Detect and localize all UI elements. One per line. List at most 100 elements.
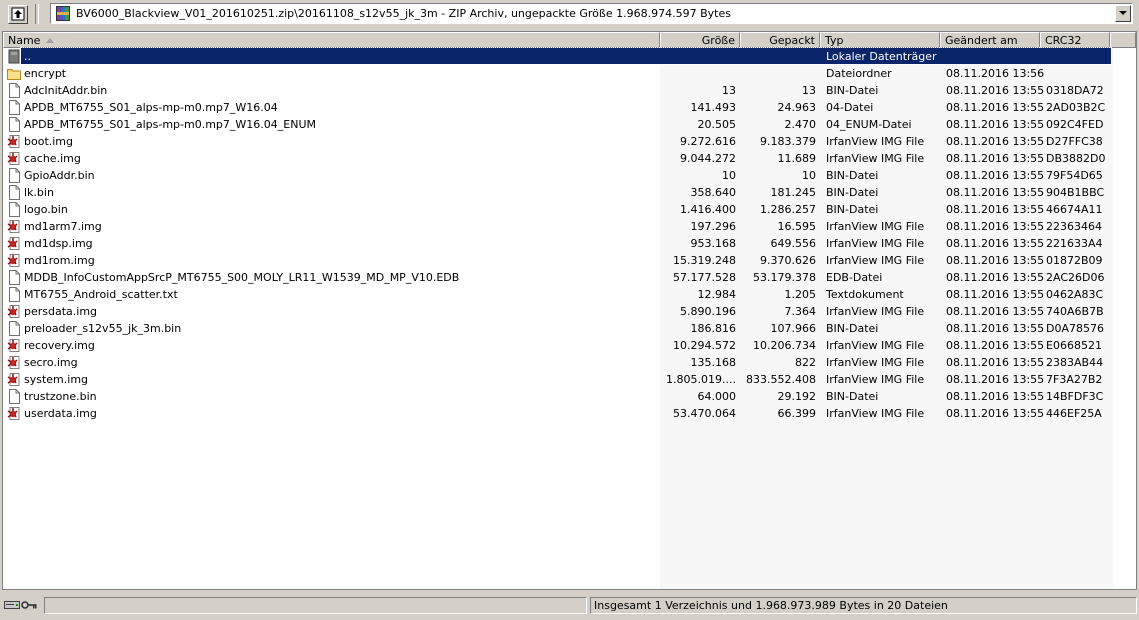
column-header-filler xyxy=(1110,32,1136,48)
archive-path-combobox[interactable]: BV6000_Blackview_V01_201610251.zip\20161… xyxy=(50,3,1133,24)
cell-packed: 649.556 xyxy=(770,237,817,250)
toolbar-grip[interactable] xyxy=(35,4,39,24)
irfanview-icon xyxy=(7,220,20,233)
path-dropdown-button[interactable] xyxy=(1115,5,1131,22)
table-row[interactable]: cache.img 9.044.272 11.689 IrfanView IMG Fi… xyxy=(3,150,1136,167)
status-bar: Insgesamt 1 Verzeichnis und 1.968.973.98… xyxy=(0,595,1139,617)
cell-size: 20.505 xyxy=(697,118,737,131)
table-row[interactable]: encrypt Dateiordner 08.11.2016 13:56 xyxy=(3,65,1136,82)
up-arrow-icon xyxy=(11,7,25,21)
cell-type: IrfanView IMG File xyxy=(826,135,925,148)
cell-packed: 16.595 xyxy=(777,220,817,233)
table-row[interactable]: APDB_MT6755_S01_alps-mp-m0.mp7_W16.04 141… xyxy=(3,99,1136,116)
cell-packed: 24.963 xyxy=(777,101,817,114)
cell-packed: 53.179.378 xyxy=(753,271,816,284)
cell-name: boot.img xyxy=(24,135,74,148)
table-row[interactable]: .. Lokaler Datenträger xyxy=(3,47,1136,65)
cell-size: 5.890.196 xyxy=(680,305,736,318)
cell-type: IrfanView IMG File xyxy=(826,152,925,165)
irfanview-icon xyxy=(7,135,20,148)
cell-type: BIN-Datei xyxy=(826,203,879,216)
cell-type: IrfanView IMG File xyxy=(826,339,925,352)
column-name-label: Name xyxy=(8,34,41,47)
cell-name: md1dsp.img xyxy=(24,237,93,250)
table-row[interactable]: preloader_s12v55_jk_3m.bin 186.816 107.966… xyxy=(3,320,1136,337)
address-toolbar: BV6000_Blackview_V01_201610251.zip\20161… xyxy=(0,0,1139,28)
cell-name: .. xyxy=(24,50,31,63)
table-row[interactable]: md1dsp.img 953.168 649.556 IrfanView IMG Fi… xyxy=(3,235,1136,252)
column-header-crc[interactable]: CRC32 xyxy=(1040,32,1110,48)
file-icon xyxy=(9,287,20,302)
column-header-size[interactable]: Größe xyxy=(660,32,740,48)
cell-modified: 08.11.2016 13:55 xyxy=(946,390,1045,403)
cell-crc: 740A6B7B xyxy=(1046,305,1104,318)
key-icon[interactable] xyxy=(21,601,37,609)
cell-type: BIN-Datei xyxy=(826,322,879,335)
file-list[interactable]: Name Größe Gepackt Typ Geändert am CRC32… xyxy=(2,31,1137,590)
status-panel-left xyxy=(44,597,587,614)
column-header-type[interactable]: Typ xyxy=(820,32,940,48)
cell-modified: 08.11.2016 13:55 xyxy=(946,254,1045,267)
table-row[interactable]: md1rom.img 15.319.248 9.370.626 IrfanView I… xyxy=(3,252,1136,269)
table-row[interactable]: GpioAddr.bin 10 10 BIN-Datei 08.11.2016 13:5… xyxy=(3,167,1136,184)
cell-modified: 08.11.2016 13:55 xyxy=(946,339,1045,352)
irfanview-icon xyxy=(7,373,20,386)
table-row[interactable]: system.img 1.805.019.... 833.552.408 IrfanV… xyxy=(3,371,1136,388)
cell-modified: 08.11.2016 13:55 xyxy=(946,118,1045,131)
cell-name: cache.img xyxy=(24,152,81,165)
table-row[interactable]: trustzone.bin 64.000 29.192 BIN-Datei 08.11.… xyxy=(3,388,1136,405)
table-row[interactable]: secro.img 135.168 822 IrfanView IMG File 08.… xyxy=(3,354,1136,371)
cell-packed: 9.370.626 xyxy=(760,254,816,267)
cell-size: 57.177.528 xyxy=(673,271,736,284)
cell-name: GpioAddr.bin xyxy=(24,169,95,182)
status-icons xyxy=(4,599,38,614)
cell-packed: 1.286.257 xyxy=(760,203,816,216)
cell-modified: 08.11.2016 13:55 xyxy=(946,373,1045,386)
cell-size: 197.296 xyxy=(690,220,737,233)
irfanview-icon xyxy=(7,305,20,318)
cell-size: 135.168 xyxy=(690,356,737,369)
column-crc-label: CRC32 xyxy=(1045,34,1082,47)
cell-modified: 08.11.2016 13:55 xyxy=(946,203,1045,216)
table-row[interactable]: md1arm7.img 197.296 16.595 IrfanView IMG Fi… xyxy=(3,218,1136,235)
table-row[interactable]: MT6755_Android_scatter.txt 12.984 1.205 Tex… xyxy=(3,286,1136,303)
table-row[interactable]: AdcInitAddr.bin 13 13 BIN-Datei 08.11.2016 1… xyxy=(3,82,1136,99)
table-row[interactable]: logo.bin 1.416.400 1.286.257 BIN-Datei 08.11… xyxy=(3,201,1136,218)
up-folder-button[interactable] xyxy=(8,5,28,24)
cell-packed: 7.364 xyxy=(784,305,817,318)
cell-crc: 446EF25A xyxy=(1046,407,1102,420)
cell-crc: 904B1BBC xyxy=(1046,186,1105,199)
cell-packed: 181.245 xyxy=(770,186,817,199)
table-row[interactable]: boot.img 9.272.616 9.183.379 IrfanView IMG … xyxy=(3,133,1136,150)
cell-size: 1.416.400 xyxy=(680,203,736,216)
column-header-packed[interactable]: Gepackt xyxy=(740,32,820,48)
drive-icon[interactable] xyxy=(4,601,20,609)
cell-type: 04-Datei xyxy=(826,101,874,114)
table-row[interactable]: APDB_MT6755_S01_alps-mp-m0.mp7_W16.04_EN… xyxy=(3,116,1136,133)
cell-name: APDB_MT6755_S01_alps-mp-m0.mp7_W16.04_EN… xyxy=(24,118,316,131)
column-header-name[interactable]: Name xyxy=(3,32,660,48)
cell-crc: D0A78576 xyxy=(1046,322,1104,335)
table-row[interactable]: lk.bin 358.640 181.245 BIN-Datei 08.11.2016 … xyxy=(3,184,1136,201)
cell-type: IrfanView IMG File xyxy=(826,220,925,233)
cell-modified: 08.11.2016 13:55 xyxy=(946,135,1045,148)
column-header-modified[interactable]: Geändert am xyxy=(940,32,1040,48)
table-row[interactable]: persdata.img 5.890.196 7.364 IrfanView IMG … xyxy=(3,303,1136,320)
table-row[interactable]: recovery.img 10.294.572 10.206.734 IrfanVie… xyxy=(3,337,1136,354)
table-row[interactable]: userdata.img 53.470.064 66.399 IrfanView IM… xyxy=(3,405,1136,422)
cell-size: 64.000 xyxy=(697,390,737,403)
irfanview-icon xyxy=(7,254,20,267)
cell-crc: 0462A83C xyxy=(1046,288,1104,301)
cell-modified: 08.11.2016 13:55 xyxy=(946,356,1045,369)
table-row[interactable]: MDDB_InfoCustomAppSrcP_MT6755_S00_MOLY_L… xyxy=(3,269,1136,286)
cell-name: recovery.img xyxy=(24,339,95,352)
cell-packed: 833.552.408 xyxy=(746,373,816,386)
sort-ascending-icon xyxy=(46,38,55,43)
cell-packed: 9.183.379 xyxy=(760,135,816,148)
file-icon xyxy=(9,270,20,285)
cell-type: 04_ENUM-Datei xyxy=(826,118,912,131)
column-modified-label: Geändert am xyxy=(945,34,1018,47)
cell-packed: 822 xyxy=(795,356,816,369)
irfanview-icon xyxy=(7,237,20,250)
cell-packed: 29.192 xyxy=(777,390,817,403)
